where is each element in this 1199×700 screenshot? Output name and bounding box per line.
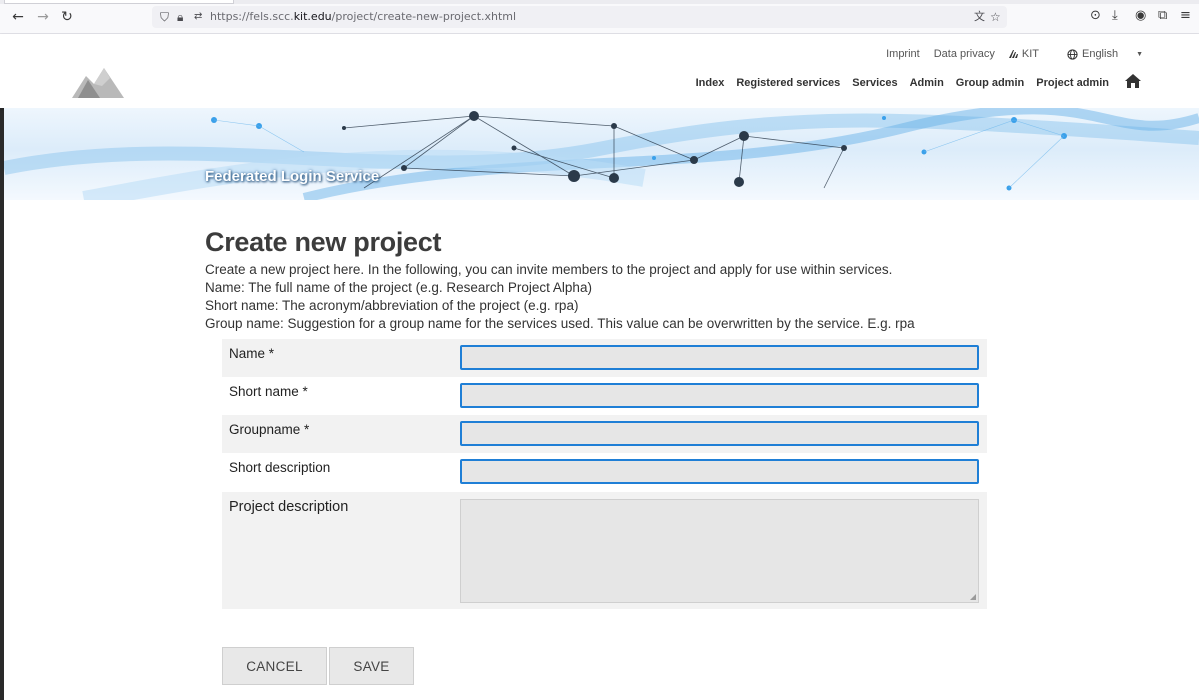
project-description-row: Project description: [222, 492, 987, 609]
short-description-label: Short description: [229, 460, 331, 475]
back-icon[interactable]: ←: [10, 9, 26, 25]
nav-admin[interactable]: Admin: [910, 77, 944, 89]
name-label: Name *: [229, 346, 275, 361]
groupname-input[interactable]: [460, 421, 979, 446]
browser-toolbar: ← → ↻ ⛉ 🔒︎ ⇄ https://fels.scc.kit.edu/pr…: [0, 0, 1199, 34]
intro-line: Name: The full name of the project (e.g.…: [205, 280, 592, 295]
project-description-label: Project description: [229, 499, 349, 515]
short-name-label: Short name *: [229, 384, 308, 399]
extensions-icon[interactable]: ⧉: [1158, 8, 1167, 24]
menu-icon[interactable]: ≡: [1180, 8, 1191, 24]
main-content: Create new project Create a new project …: [205, 226, 985, 333]
groupname-row: Groupname *: [222, 415, 987, 453]
forward-icon[interactable]: →: [35, 9, 51, 25]
mountain-logo-icon[interactable]: [72, 66, 124, 98]
hero-banner: Federated Login Service: [4, 108, 1199, 200]
kit-link[interactable]: KIT: [1008, 48, 1039, 60]
main-nav: Index Registered services Services Admin…: [696, 77, 1109, 89]
name-row: Name *: [222, 339, 987, 377]
short-name-row: Short name *: [222, 377, 987, 415]
save-button[interactable]: SAVE: [329, 647, 414, 685]
url-bar[interactable]: ⛉ 🔒︎ ⇄ https://fels.scc.kit.edu/project/…: [152, 6, 1007, 28]
nav-group-admin[interactable]: Group admin: [956, 77, 1024, 89]
intro-line: Short name: The acronym/abbreviation of …: [205, 298, 579, 313]
network-graphic: [4, 108, 1199, 200]
intro-line: Create a new project here. In the follow…: [205, 262, 893, 277]
nav-registered-services[interactable]: Registered services: [736, 77, 840, 89]
language-selector[interactable]: English ▼: [1067, 48, 1143, 60]
pocket-icon[interactable]: ⊙: [1090, 8, 1101, 24]
site-title: Federated Login Service: [205, 168, 380, 185]
page-title: Create new project: [205, 227, 442, 257]
intro-line: Group name: Suggestion for a group name …: [205, 316, 915, 331]
account-icon[interactable]: ◉: [1135, 8, 1146, 24]
nav-project-admin[interactable]: Project admin: [1036, 77, 1109, 89]
imprint-link[interactable]: Imprint: [886, 48, 920, 60]
globe-icon: [1067, 48, 1078, 60]
reload-icon[interactable]: ↻: [59, 9, 75, 25]
nav-services[interactable]: Services: [852, 77, 897, 89]
name-input[interactable]: [460, 345, 979, 370]
shield-icon[interactable]: ⛉: [160, 9, 169, 25]
short-name-input[interactable]: [460, 383, 979, 408]
short-description-input[interactable]: [460, 459, 979, 484]
utility-links: Imprint Data privacy KIT English ▼: [886, 48, 1143, 60]
create-project-form: Name * Short name * Groupname * Short de…: [222, 339, 987, 609]
chevron-down-icon: ▼: [1136, 50, 1143, 58]
form-actions: CANCEL SAVE: [222, 647, 414, 685]
groupname-label: Groupname *: [229, 422, 310, 437]
nav-index[interactable]: Index: [696, 77, 725, 89]
resize-handle-icon[interactable]: [970, 594, 976, 600]
active-tab[interactable]: [4, 0, 234, 4]
translate-icon[interactable]: 文: [974, 9, 985, 25]
site-header: Imprint Data privacy KIT English ▼ Index…: [0, 34, 1199, 108]
downloads-icon[interactable]: ⤓: [1112, 8, 1118, 24]
cancel-button[interactable]: CANCEL: [222, 647, 327, 685]
intro-text: Create a new project here. In the follow…: [205, 261, 985, 333]
bookmark-star-icon[interactable]: ☆: [990, 9, 1001, 25]
data-privacy-link[interactable]: Data privacy: [934, 48, 995, 60]
short-description-row: Short description: [222, 453, 987, 492]
permissions-icon[interactable]: ⇄: [194, 9, 202, 25]
home-icon[interactable]: [1125, 74, 1141, 88]
url-text[interactable]: https://fels.scc.kit.edu/project/create-…: [210, 10, 516, 23]
kit-logo-icon: [1008, 50, 1018, 58]
lock-icon[interactable]: 🔒︎: [177, 9, 183, 25]
project-description-textarea[interactable]: [460, 499, 979, 603]
